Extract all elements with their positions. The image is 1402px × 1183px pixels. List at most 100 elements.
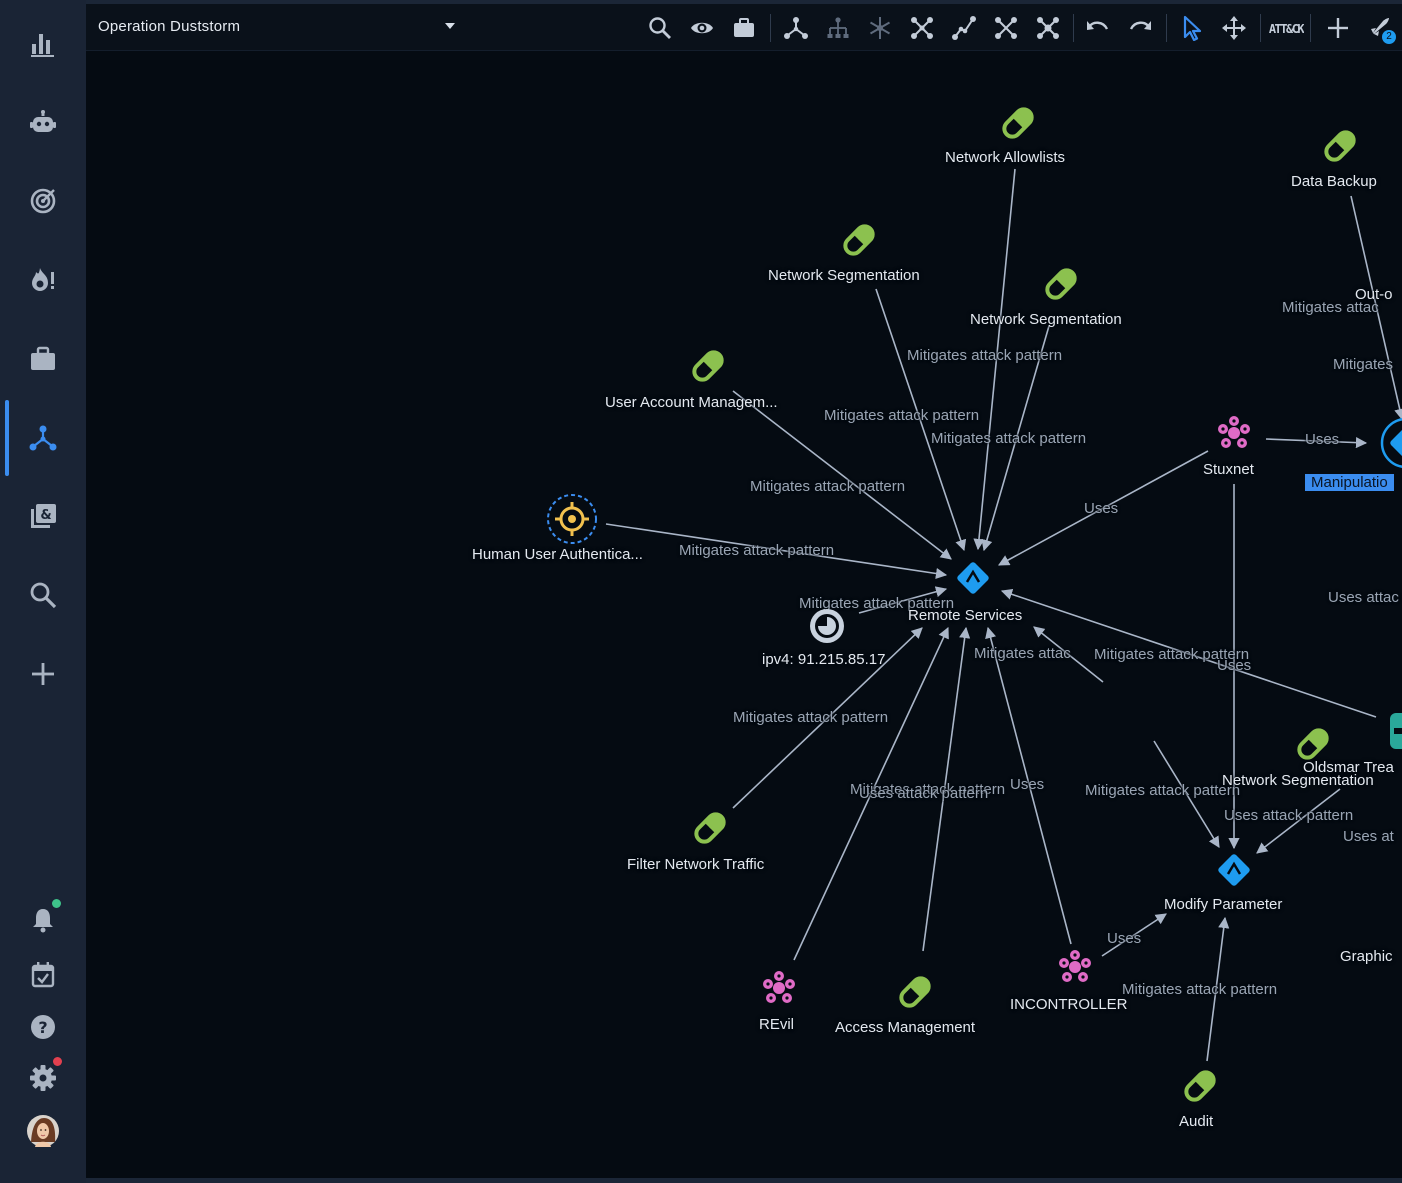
mitigation-node[interactable] bbox=[895, 972, 935, 1012]
pill-icon bbox=[843, 224, 875, 256]
pill-icon bbox=[694, 812, 726, 844]
sidebar-item-create[interactable] bbox=[0, 644, 86, 704]
edge-label: Mitigates bbox=[1333, 356, 1394, 373]
pill-icon bbox=[1045, 268, 1077, 300]
sidebar-item-knowledge[interactable]: & bbox=[0, 486, 86, 546]
toolbar-investigation-button[interactable]: 2 bbox=[1362, 12, 1396, 44]
malware-node[interactable] bbox=[1055, 947, 1095, 987]
help-icon: ? bbox=[31, 1015, 55, 1039]
sidebar-item-dashboard[interactable] bbox=[0, 14, 86, 74]
edge-label: Uses bbox=[1010, 776, 1045, 793]
mitigation-node[interactable] bbox=[1180, 1066, 1220, 1106]
toolbar-shortest-path-button[interactable] bbox=[948, 12, 980, 44]
settings-alert-dot bbox=[53, 1057, 62, 1066]
toolbar-layout-tree-button[interactable] bbox=[822, 12, 854, 44]
toolbar-pan-mode-button[interactable] bbox=[1218, 12, 1250, 44]
attack-pattern-node[interactable] bbox=[1380, 418, 1402, 468]
attack-pattern-icon bbox=[957, 562, 989, 594]
sidebar-item-cases[interactable] bbox=[0, 329, 86, 389]
attack-pattern-icon bbox=[1218, 854, 1250, 886]
mitigation-node[interactable] bbox=[688, 346, 728, 386]
sidebar-item-automation[interactable] bbox=[0, 93, 86, 153]
virus-icon bbox=[1059, 950, 1091, 982]
toolbar-divider bbox=[1260, 14, 1261, 42]
edge-label: Mitigates attac bbox=[974, 645, 1071, 662]
sidebar-item-profile[interactable] bbox=[0, 1101, 86, 1161]
toolbar-collapse-button[interactable] bbox=[1032, 12, 1064, 44]
snowflake-icon bbox=[869, 17, 891, 39]
pill-icon bbox=[1184, 1070, 1216, 1102]
toolbar-select-mode-button[interactable] bbox=[1176, 12, 1208, 44]
attack-pattern-node[interactable] bbox=[1214, 850, 1254, 890]
mitigation-node[interactable] bbox=[998, 103, 1038, 143]
edge-label: Mitigates attack pattern bbox=[824, 407, 980, 424]
node-label: Network Segmentation bbox=[970, 311, 1122, 328]
toolbar-display-button[interactable] bbox=[686, 12, 718, 44]
mitigation-node[interactable] bbox=[690, 808, 730, 848]
node-label: Oldsmar Trea bbox=[1303, 759, 1394, 776]
attack-matrix-icon: ATT&CK bbox=[1269, 22, 1304, 36]
toolbar-layout-graph-button[interactable] bbox=[780, 12, 812, 44]
collapse-nodes-icon bbox=[1037, 17, 1059, 39]
malware-node[interactable] bbox=[1214, 413, 1254, 453]
toolbar-cases-button[interactable] bbox=[728, 12, 760, 44]
edge-label: Mitigates attack pattern bbox=[1085, 782, 1241, 799]
malware-node[interactable] bbox=[759, 968, 799, 1008]
observable-node[interactable] bbox=[807, 606, 847, 646]
target-node[interactable] bbox=[546, 493, 598, 545]
notification-dot bbox=[52, 899, 61, 908]
toolbar-divider bbox=[1310, 14, 1311, 42]
virus-icon bbox=[1218, 416, 1250, 448]
sidebar-item-graph[interactable] bbox=[0, 400, 86, 476]
topbar: Operation Duststorm ATT&CK 2 bbox=[86, 4, 1402, 51]
edge-label: Mitigates attack pattern bbox=[907, 347, 1063, 364]
toolbar-undo-button[interactable] bbox=[1082, 12, 1114, 44]
node-label: Audit bbox=[1179, 1113, 1214, 1130]
attack-pattern-node[interactable] bbox=[953, 558, 993, 598]
toolbar-add-button[interactable] bbox=[1322, 12, 1354, 44]
mitigation-node[interactable] bbox=[839, 220, 879, 260]
edge-label: Uses at bbox=[1343, 828, 1394, 845]
sidebar-item-events[interactable] bbox=[0, 250, 86, 310]
node-label: Network Segmentation bbox=[768, 267, 920, 284]
edge-label: Uses bbox=[1217, 657, 1252, 674]
edge-label: Mitigates attack pattern bbox=[733, 709, 889, 726]
sidebar-item-search[interactable] bbox=[0, 565, 86, 625]
rocket-badge: 2 bbox=[1382, 30, 1396, 44]
node-label-selected: Manipulatio bbox=[1305, 474, 1394, 491]
page-title: Operation Duststorm bbox=[98, 18, 241, 35]
sidebar-item-settings[interactable] bbox=[0, 1048, 86, 1108]
edge-label: Uses attack pattern bbox=[1224, 807, 1354, 824]
undo-icon bbox=[1087, 21, 1109, 30]
mitigation-node[interactable] bbox=[1041, 264, 1081, 304]
search-icon bbox=[30, 582, 57, 609]
sidebar-item-notifications[interactable] bbox=[0, 890, 86, 950]
toolbar-search-button[interactable] bbox=[644, 12, 676, 44]
sidebar-item-analyses[interactable] bbox=[0, 171, 86, 231]
graph-nodes-icon bbox=[29, 425, 57, 451]
mitigation-node[interactable] bbox=[1320, 126, 1360, 166]
mitigation-node[interactable] bbox=[1293, 724, 1333, 764]
graph-edges-layer bbox=[605, 168, 1402, 1062]
toolbar-expand-button[interactable] bbox=[990, 12, 1022, 44]
pill-icon bbox=[1297, 728, 1329, 760]
sidebar-item-calendar[interactable] bbox=[0, 945, 86, 1005]
toolbar-redo-button[interactable] bbox=[1124, 12, 1156, 44]
toolbar-divider bbox=[770, 14, 771, 42]
toolbar-attack-matrix-button[interactable]: ATT&CK bbox=[1268, 12, 1304, 44]
crosshair-icon bbox=[547, 494, 597, 544]
node-label: Network Allowlists bbox=[945, 149, 1066, 166]
incident-node[interactable] bbox=[1388, 711, 1402, 751]
toolbar-layout-radial-button[interactable] bbox=[864, 12, 896, 44]
library-icon: & bbox=[31, 504, 56, 528]
graph-canvas[interactable]: Mitigates attack pattern Mitigates attac… bbox=[86, 51, 1402, 1178]
virus-icon bbox=[763, 971, 795, 1003]
svg-text:&: & bbox=[40, 508, 51, 523]
toolbar-select-neighbors-button[interactable] bbox=[906, 12, 938, 44]
avatar bbox=[27, 1115, 59, 1147]
plus-icon bbox=[32, 663, 54, 685]
node-label: User Account Managem... bbox=[605, 394, 778, 411]
node-label: Out-o bbox=[1355, 286, 1393, 303]
edge-label: Uses bbox=[1084, 500, 1119, 517]
chevron-down-icon[interactable] bbox=[444, 22, 456, 30]
